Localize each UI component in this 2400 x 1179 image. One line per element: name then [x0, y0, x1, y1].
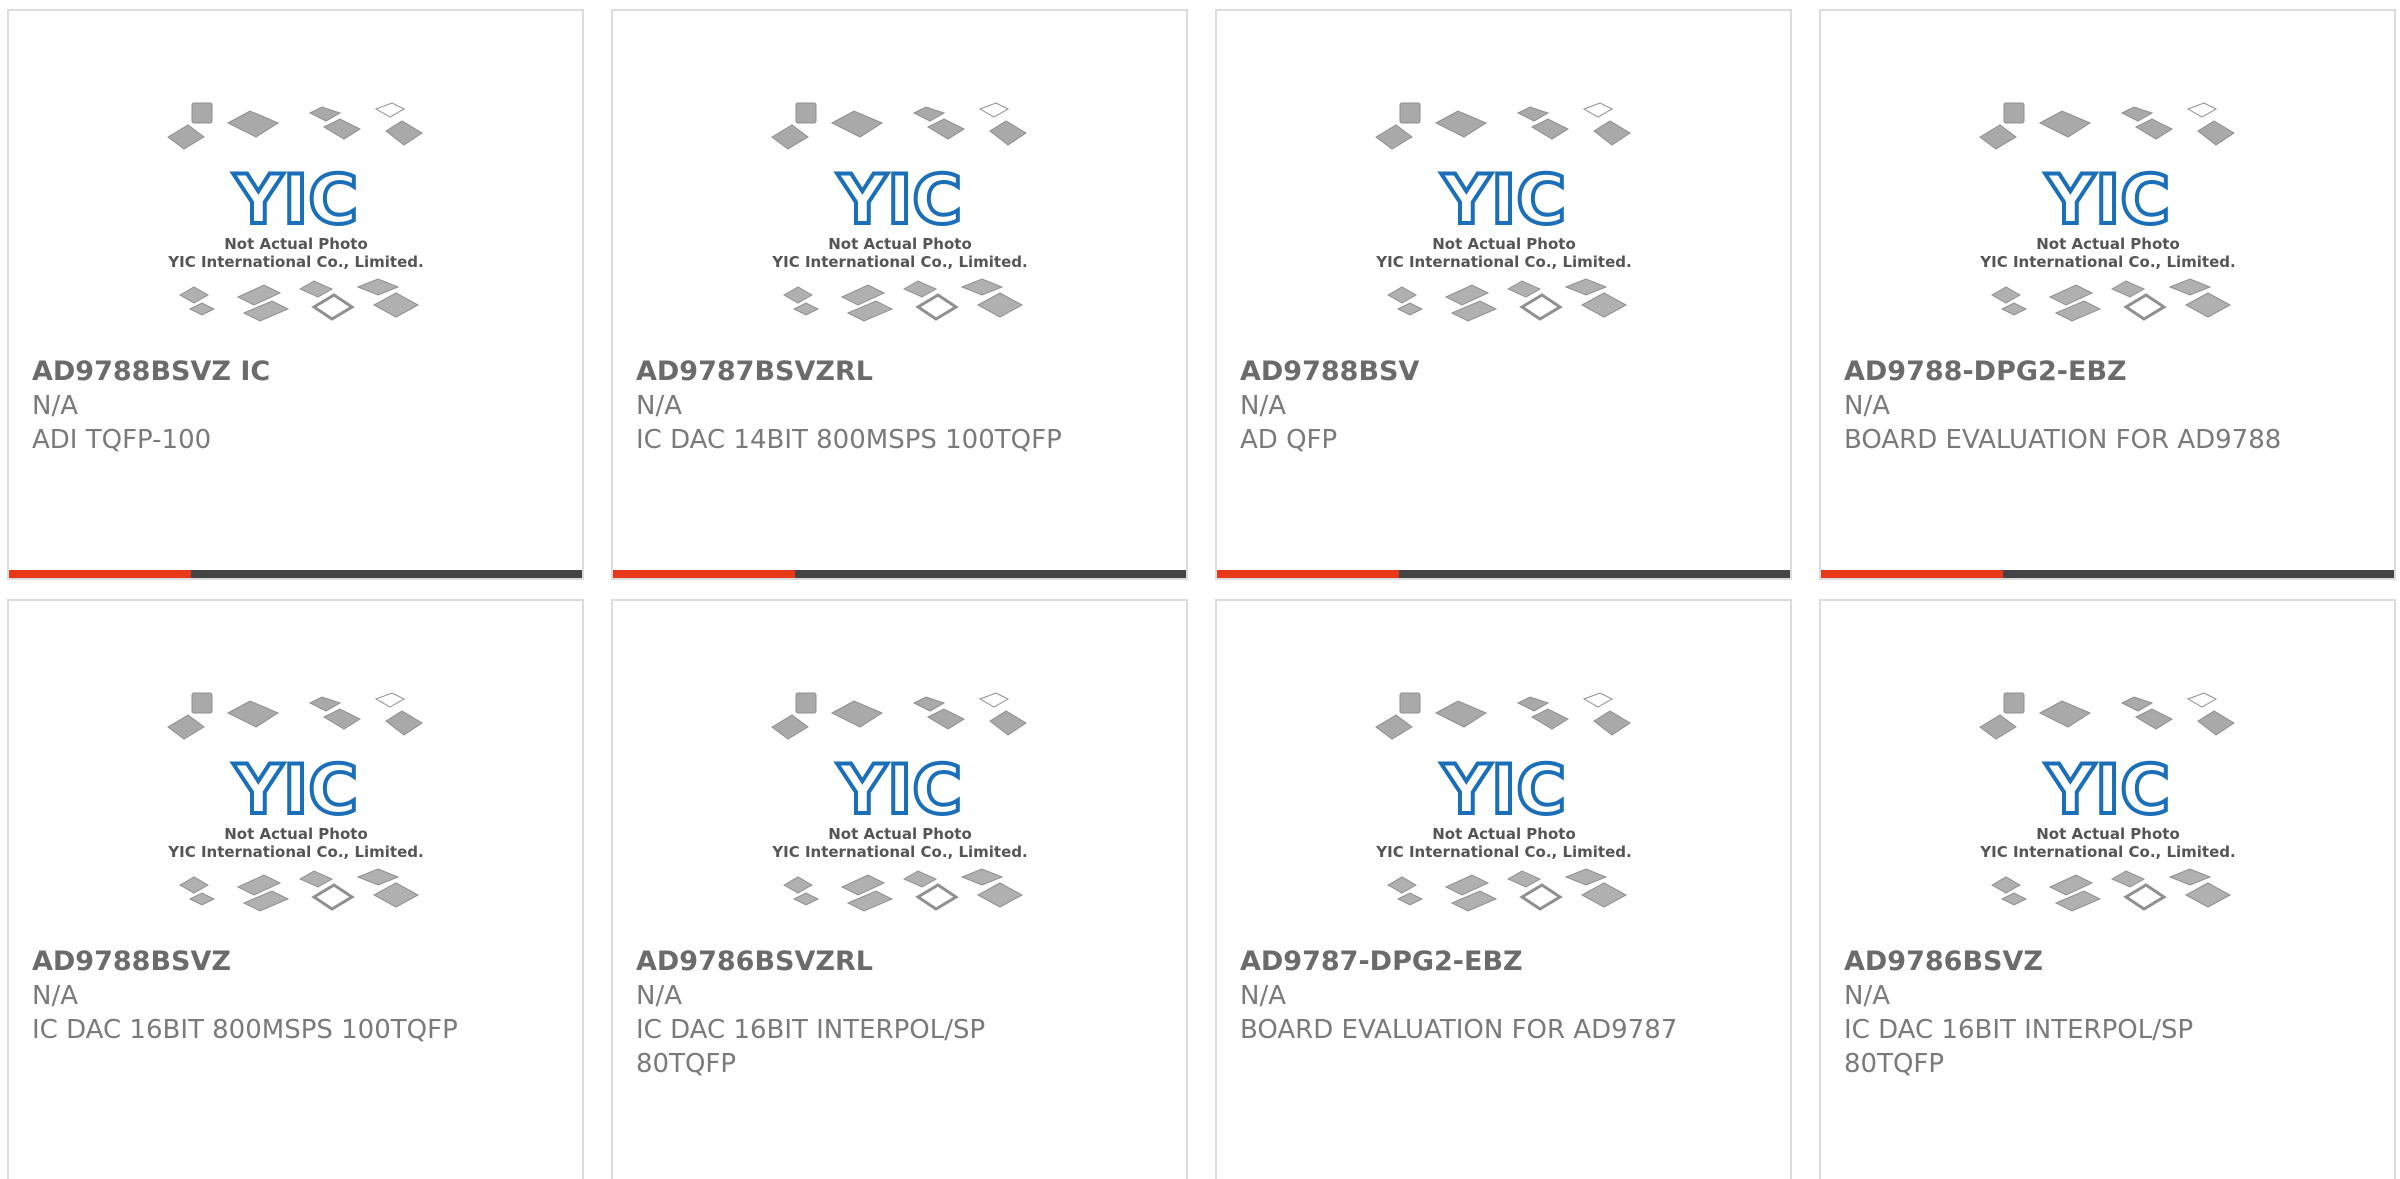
product-card[interactable]: YIC Not Actual Photo YIC International C…	[7, 599, 584, 1179]
product-info: AD9786BSVZRL N/A IC DAC 16BIT INTERPOL/S…	[636, 945, 1166, 1081]
product-description: IC DAC 16BIT INTERPOL/SP 80TQFP	[1844, 1015, 2194, 1079]
card-accent-bar	[1217, 570, 1399, 578]
card-bottom-bar	[613, 570, 1186, 578]
product-info: AD9788BSVZ N/A IC DAC 16BIT 800MSPS 100T…	[32, 945, 562, 1047]
product-card[interactable]: YIC Not Actual Photo YIC International C…	[1819, 9, 2396, 580]
placeholder-image: YIC Not Actual Photo YIC International C…	[1372, 99, 1636, 339]
placeholder-image: YIC Not Actual Photo YIC International C…	[1976, 689, 2240, 929]
product-card[interactable]: YIC Not Actual Photo YIC International C…	[1819, 599, 2396, 1179]
product-card[interactable]: YIC Not Actual Photo YIC International C…	[611, 599, 1188, 1179]
placeholder-image: YIC Not Actual Photo YIC International C…	[164, 689, 428, 929]
chip-placeholder-graphic: YIC Not Actual Photo YIC International C…	[166, 692, 423, 912]
part-number-link[interactable]: AD9788BSVZ IC	[32, 355, 562, 389]
product-card[interactable]: YIC Not Actual Photo YIC International C…	[1215, 599, 1792, 1179]
placeholder-caption-1: Not Actual Photo	[1432, 235, 1576, 253]
product-description: IC DAC 14BIT 800MSPS 100TQFP	[636, 425, 1062, 455]
placeholder-logo: YIC	[2044, 161, 2169, 240]
placeholder-logo: YIC	[836, 161, 961, 240]
card-bottom-bar	[1217, 570, 1790, 578]
placeholder-caption-1: Not Actual Photo	[1432, 825, 1576, 843]
chip-placeholder-graphic: YIC Not Actual Photo YIC International C…	[1374, 692, 1631, 912]
stock-status: N/A	[32, 981, 78, 1011]
card-bottom-bar	[9, 570, 582, 578]
placeholder-caption-1: Not Actual Photo	[828, 235, 972, 253]
product-description: AD QFP	[1240, 425, 1338, 455]
chip-placeholder-graphic: YIC Not Actual Photo YIC International C…	[166, 102, 423, 322]
placeholder-caption-1: Not Actual Photo	[224, 825, 368, 843]
part-number-link[interactable]: AD9787-DPG2-EBZ	[1240, 945, 1770, 979]
placeholder-caption-2: YIC International Co., Limited.	[1979, 253, 2235, 271]
placeholder-logo: YIC	[2044, 751, 2169, 830]
part-number-link[interactable]: AD9788BSV	[1240, 355, 1770, 389]
card-accent-bar	[9, 570, 191, 578]
placeholder-logo: YIC	[836, 751, 961, 830]
placeholder-logo: YIC	[1440, 161, 1565, 240]
product-description: BOARD EVALUATION FOR AD9787	[1240, 1015, 1678, 1045]
part-number-link[interactable]: AD9787BSVZRL	[636, 355, 1166, 389]
product-description: IC DAC 16BIT INTERPOL/SP 80TQFP	[636, 1015, 986, 1079]
placeholder-image: YIC Not Actual Photo YIC International C…	[1372, 689, 1636, 929]
placeholder-image: YIC Not Actual Photo YIC International C…	[768, 99, 1032, 339]
product-card[interactable]: YIC Not Actual Photo YIC International C…	[7, 9, 584, 580]
stock-status: N/A	[1844, 981, 1890, 1011]
card-accent-bar	[1821, 570, 2003, 578]
placeholder-caption-2: YIC International Co., Limited.	[1375, 843, 1631, 861]
placeholder-caption-1: Not Actual Photo	[224, 235, 368, 253]
stock-status: N/A	[636, 981, 682, 1011]
product-grid: YIC Not Actual Photo YIC International C…	[0, 0, 2400, 1179]
placeholder-caption-1: Not Actual Photo	[2036, 825, 2180, 843]
placeholder-logo: YIC	[232, 161, 357, 240]
chip-placeholder-graphic: YIC Not Actual Photo YIC International C…	[770, 102, 1027, 322]
chip-placeholder-graphic: YIC Not Actual Photo YIC International C…	[770, 692, 1027, 912]
placeholder-caption-2: YIC International Co., Limited.	[1375, 253, 1631, 271]
product-info: AD9788BSVZ IC N/A ADI TQFP-100	[32, 355, 562, 457]
product-description: IC DAC 16BIT 800MSPS 100TQFP	[32, 1015, 458, 1045]
placeholder-caption-1: Not Actual Photo	[828, 825, 972, 843]
chip-placeholder-graphic: YIC Not Actual Photo YIC International C…	[1374, 102, 1631, 322]
product-info: AD9787BSVZRL N/A IC DAC 14BIT 800MSPS 10…	[636, 355, 1166, 457]
part-number-link[interactable]: AD9788-DPG2-EBZ	[1844, 355, 2374, 389]
product-description: ADI TQFP-100	[32, 425, 212, 455]
placeholder-logo: YIC	[1440, 751, 1565, 830]
placeholder-caption-2: YIC International Co., Limited.	[167, 253, 423, 271]
placeholder-image: YIC Not Actual Photo YIC International C…	[768, 689, 1032, 929]
part-number-link[interactable]: AD9786BSVZRL	[636, 945, 1166, 979]
placeholder-caption-2: YIC International Co., Limited.	[771, 843, 1027, 861]
product-info: AD9786BSVZ N/A IC DAC 16BIT INTERPOL/SP …	[1844, 945, 2374, 1081]
product-info: AD9787-DPG2-EBZ N/A BOARD EVALUATION FOR…	[1240, 945, 1770, 1047]
chip-placeholder-graphic: YIC Not Actual Photo YIC International C…	[1978, 102, 2235, 322]
part-number-link[interactable]: AD9786BSVZ	[1844, 945, 2374, 979]
part-number-link[interactable]: AD9788BSVZ	[32, 945, 562, 979]
product-description: BOARD EVALUATION FOR AD9788	[1844, 425, 2282, 455]
placeholder-image: YIC Not Actual Photo YIC International C…	[164, 99, 428, 339]
stock-status: N/A	[636, 391, 682, 421]
stock-status: N/A	[1844, 391, 1890, 421]
product-info: AD9788BSV N/A AD QFP	[1240, 355, 1770, 457]
card-accent-bar	[613, 570, 795, 578]
placeholder-logo: YIC	[232, 751, 357, 830]
placeholder-image: YIC Not Actual Photo YIC International C…	[1976, 99, 2240, 339]
product-info: AD9788-DPG2-EBZ N/A BOARD EVALUATION FOR…	[1844, 355, 2374, 457]
placeholder-caption-2: YIC International Co., Limited.	[771, 253, 1027, 271]
placeholder-caption-2: YIC International Co., Limited.	[167, 843, 423, 861]
placeholder-caption-1: Not Actual Photo	[2036, 235, 2180, 253]
stock-status: N/A	[32, 391, 78, 421]
stock-status: N/A	[1240, 391, 1286, 421]
placeholder-caption-2: YIC International Co., Limited.	[1979, 843, 2235, 861]
stock-status: N/A	[1240, 981, 1286, 1011]
product-card[interactable]: YIC Not Actual Photo YIC International C…	[1215, 9, 1792, 580]
chip-placeholder-graphic: YIC Not Actual Photo YIC International C…	[1978, 692, 2235, 912]
card-bottom-bar	[1821, 570, 2394, 578]
product-card[interactable]: YIC Not Actual Photo YIC International C…	[611, 9, 1188, 580]
